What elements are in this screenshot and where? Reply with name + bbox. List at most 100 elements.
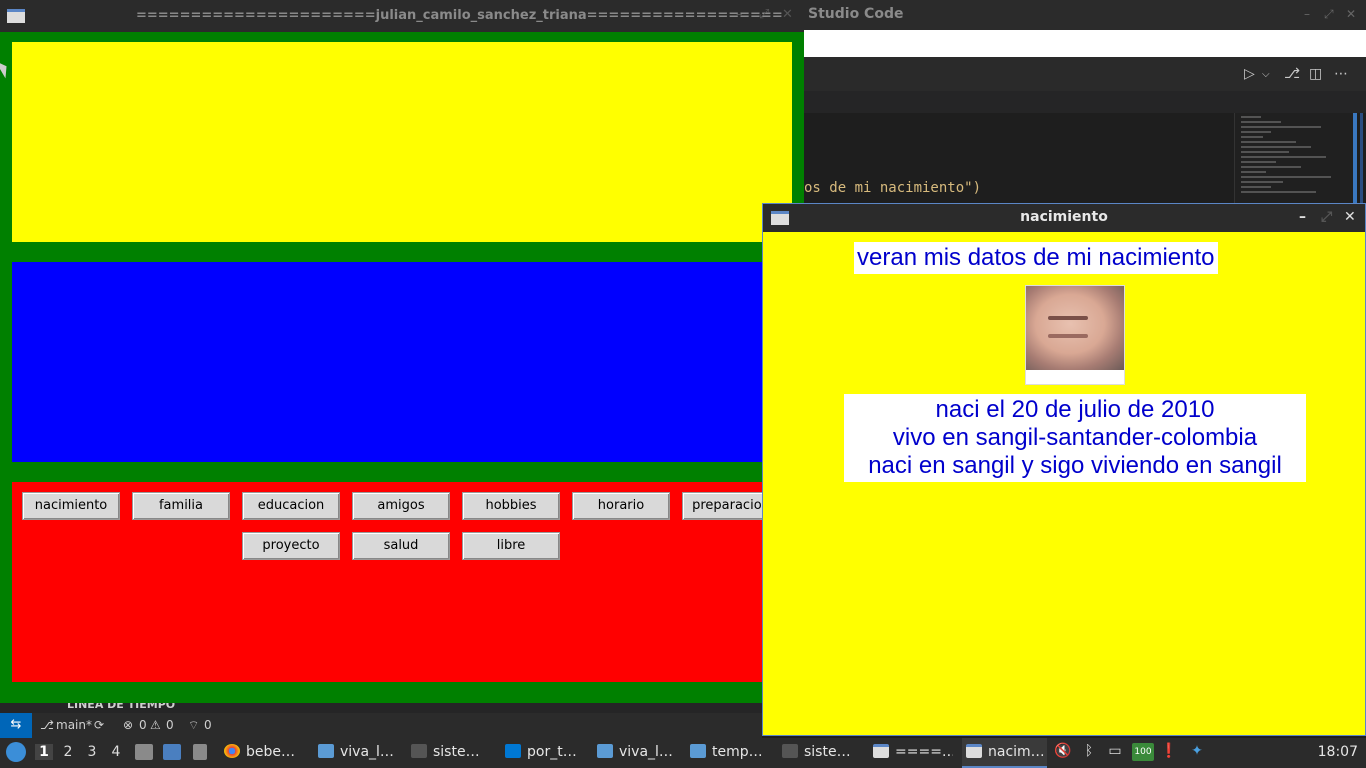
popup-heading: veran mis datos de mi nacimiento <box>854 242 1218 274</box>
nacimiento-button[interactable]: nacimiento <box>22 492 120 520</box>
error-icon: ⊗ <box>123 718 134 732</box>
show-desktop-icon[interactable] <box>163 744 181 760</box>
main-window-body: nacimiento familia educacion amigos hobb… <box>0 32 804 703</box>
error-count[interactable]: 0 <box>139 718 147 732</box>
more-actions-icon[interactable]: ⋯ <box>1334 66 1348 82</box>
yellow-band <box>12 42 792 242</box>
main-window-title: ======================julian_camilo_sanc… <box>136 8 783 23</box>
volume-muted-icon[interactable]: 🔇 <box>1054 743 1072 761</box>
task-main-window[interactable]: ====… <box>873 738 953 768</box>
remote-icon[interactable]: ⇆ <box>0 713 32 738</box>
minimize-icon[interactable]: – <box>736 7 743 22</box>
task-label: ====… <box>895 744 953 760</box>
workspace-4[interactable]: 4 <box>107 744 125 760</box>
maximize-icon[interactable]: ⤢ <box>1321 209 1332 225</box>
horario-button[interactable]: horario <box>572 492 670 520</box>
text-editor-icon[interactable] <box>193 744 207 760</box>
task-terminal-2[interactable]: siste… <box>782 738 862 768</box>
taskbar: 1 2 3 4 bebe… viva_l… siste… por_t… viva… <box>0 738 1366 768</box>
baby-photo-image <box>1026 286 1124 370</box>
popup-titlebar[interactable]: nacimiento – ⤢ ✕ <box>763 204 1365 232</box>
familia-button[interactable]: familia <box>132 492 230 520</box>
baby-photo <box>1025 285 1125 385</box>
branch-name[interactable]: main* <box>56 718 92 732</box>
blue-band <box>12 262 792 462</box>
window-icon <box>873 744 889 758</box>
task-label: por_t… <box>527 744 577 760</box>
task-vscode[interactable]: por_t… <box>505 738 585 768</box>
sync-icon[interactable]: ⟳ <box>94 718 104 732</box>
salud-button[interactable]: salud <box>352 532 450 560</box>
vscode-icon <box>505 744 521 758</box>
workspace-2[interactable]: 2 <box>59 744 77 760</box>
birth-info: naci el 20 de julio de 2010 vivo en sang… <box>844 394 1306 482</box>
source-control-icon[interactable]: ⎇ <box>1284 66 1300 82</box>
notification-icon[interactable]: ❗ <box>1160 743 1178 761</box>
maximize-icon[interactable]: ⤢ <box>1324 7 1334 22</box>
breadcrumb <box>804 91 1366 113</box>
run-icon[interactable]: ▷ <box>1244 66 1255 82</box>
folder-icon <box>597 744 613 758</box>
popup-title: nacimiento <box>1020 209 1108 225</box>
task-folder-viva-1[interactable]: viva_l… <box>318 738 400 768</box>
code-line: os de mi nacimiento") <box>804 180 982 196</box>
task-label: nacim… <box>988 744 1045 760</box>
task-terminal-1[interactable]: siste… <box>411 738 491 768</box>
battery-icon[interactable]: 100 <box>1132 743 1154 761</box>
network-icon[interactable]: ▭ <box>1106 743 1124 761</box>
minimize-icon[interactable]: – <box>1299 209 1306 225</box>
task-folder-temp[interactable]: temp… <box>690 738 770 768</box>
terminal-icon <box>782 744 798 758</box>
residence-line: vivo en sangil-santander-colombia <box>892 424 1258 451</box>
folder-icon <box>690 744 706 758</box>
maximize-icon[interactable]: ⤢ <box>759 7 769 22</box>
close-icon[interactable]: ✕ <box>1344 209 1356 225</box>
close-icon[interactable]: ✕ <box>782 7 793 22</box>
task-label: bebe… <box>246 744 295 760</box>
start-menu-icon[interactable] <box>6 742 26 762</box>
update-icon[interactable]: ✦ <box>1188 743 1206 761</box>
terminal-icon <box>411 744 427 758</box>
task-label: temp… <box>712 744 763 760</box>
chrome-icon <box>224 744 240 758</box>
window-icon <box>7 9 25 23</box>
task-chrome[interactable]: bebe… <box>224 738 304 768</box>
close-icon[interactable]: ✕ <box>1346 7 1356 21</box>
main-window: ======================julian_camilo_sanc… <box>0 0 804 703</box>
split-editor-icon[interactable]: ◫ <box>1309 66 1322 82</box>
birth-date-line: naci el 20 de julio de 2010 <box>935 396 1215 423</box>
main-window-titlebar[interactable]: ======================julian_camilo_sanc… <box>0 0 804 32</box>
minimap[interactable] <box>1234 113 1355 208</box>
ports-count[interactable]: 0 <box>204 718 212 732</box>
task-label: viva_l… <box>619 744 673 760</box>
ports-icon: ⌔ <box>188 718 200 732</box>
libre-button[interactable]: libre <box>462 532 560 560</box>
workspace-1[interactable]: 1 <box>35 744 53 760</box>
task-label: siste… <box>433 744 480 760</box>
warning-count[interactable]: 0 <box>166 718 174 732</box>
educacion-button[interactable]: educacion <box>242 492 340 520</box>
file-manager-icon[interactable] <box>135 744 153 760</box>
nacimiento-window: nacimiento – ⤢ ✕ veran mis datos de mi n… <box>762 203 1366 736</box>
task-folder-viva-2[interactable]: viva_l… <box>597 738 679 768</box>
task-label: viva_l… <box>340 744 394 760</box>
bluetooth-icon[interactable]: ᛒ <box>1080 743 1098 761</box>
branch-icon: ⎇ <box>40 718 54 732</box>
hobbies-button[interactable]: hobbies <box>462 492 560 520</box>
task-label: siste… <box>804 744 851 760</box>
chevron-down-icon[interactable]: ⌵ <box>1262 69 1270 80</box>
vscode-title: Studio Code <box>808 6 904 22</box>
clock[interactable]: 18:07 <box>1318 744 1358 760</box>
amigos-button[interactable]: amigos <box>352 492 450 520</box>
editor-toolbar: ▷ ⌵ ⎇ ◫ ⋯ <box>804 57 1366 91</box>
task-nacimiento[interactable]: nacim… <box>962 738 1047 768</box>
status-bar: ⇆ ⎇ main* ⟳ ⊗ 0 ⚠ 0 ⌔ 0 <box>0 713 762 738</box>
birthplace-line: naci en sangil y sigo viviendo en sangil <box>868 452 1282 479</box>
proyecto-button[interactable]: proyecto <box>242 532 340 560</box>
vscode-menu-area <box>804 30 1366 57</box>
scrollbar[interactable] <box>1353 113 1357 208</box>
overview-ruler <box>1360 113 1363 208</box>
folder-icon <box>318 744 334 758</box>
minimize-icon[interactable]: – <box>1304 7 1310 21</box>
workspace-3[interactable]: 3 <box>83 744 101 760</box>
